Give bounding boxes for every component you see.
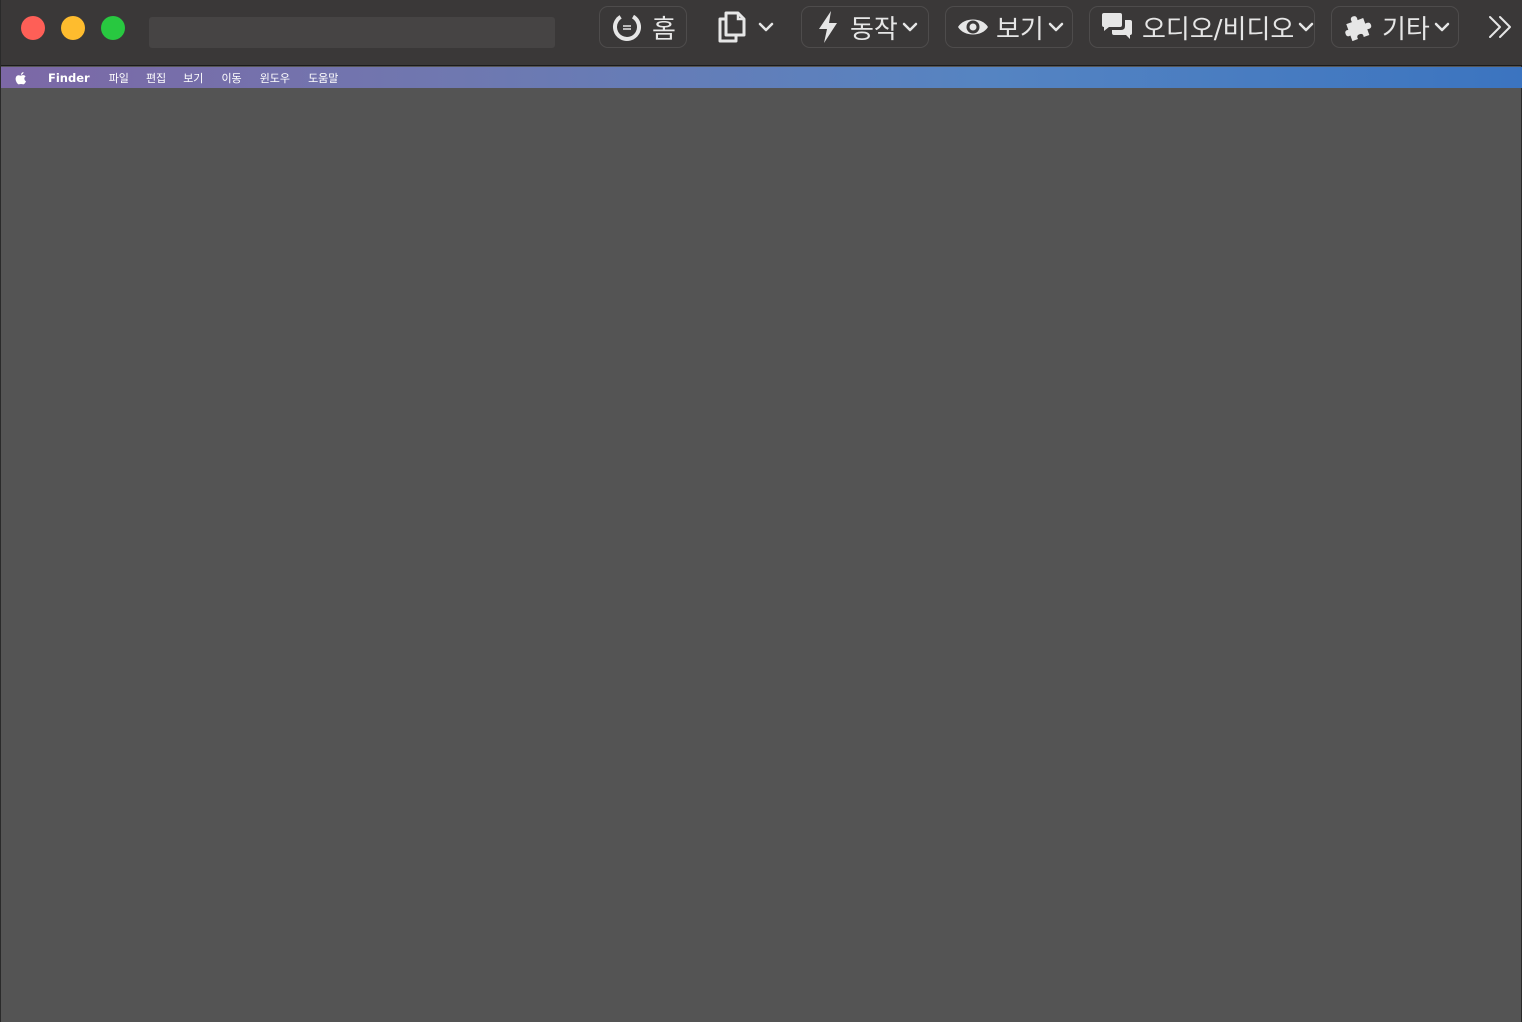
menu-file[interactable]: 파일 — [109, 70, 129, 86]
home-button[interactable]: 홈 — [599, 6, 687, 48]
view-button[interactable]: 보기 — [945, 6, 1073, 48]
audio-video-button-label: 오디오/비디오 — [1142, 14, 1295, 45]
audio-video-button[interactable]: 오디오/비디오 — [1089, 6, 1315, 48]
eye-icon — [956, 15, 990, 39]
menu-help[interactable]: 도움말 — [308, 70, 338, 86]
chevron-down-icon — [1434, 21, 1450, 33]
toolbar: 홈 동작 보기 오디오/비디오 기타 — [1, 0, 1522, 66]
address-bar[interactable] — [149, 17, 555, 48]
menu-finder[interactable]: Finder — [48, 71, 90, 85]
minimize-window-button[interactable] — [61, 16, 85, 40]
menu-window[interactable]: 윈도우 — [260, 70, 290, 86]
copy-button[interactable] — [711, 6, 779, 48]
lightning-icon — [816, 10, 840, 44]
puzzle-icon — [1342, 10, 1376, 44]
maximize-window-button[interactable] — [101, 16, 125, 40]
menu-view[interactable]: 보기 — [183, 70, 203, 86]
chevron-down-icon — [902, 21, 918, 33]
apple-logo-icon[interactable] — [14, 71, 28, 85]
actions-button[interactable]: 동작 — [801, 6, 929, 48]
chat-bubbles-icon — [1100, 11, 1134, 43]
double-chevron-right-icon — [1486, 14, 1514, 40]
close-window-button[interactable] — [21, 16, 45, 40]
home-button-label: 홈 — [652, 14, 676, 45]
menu-bar: Finder 파일 편집 보기 이동 윈도우 도움말 — [1, 67, 1522, 88]
copy-icon — [716, 10, 748, 44]
menu-edit[interactable]: 편집 — [146, 70, 166, 86]
chevron-down-icon — [1298, 21, 1314, 33]
toolbar-overflow-button[interactable] — [1481, 6, 1517, 48]
content-area — [1, 88, 1521, 1022]
chevron-down-icon — [1048, 21, 1064, 33]
menu-go[interactable]: 이동 — [221, 70, 241, 86]
view-button-label: 보기 — [996, 14, 1044, 45]
other-button-label: 기타 — [1382, 14, 1430, 45]
home-circle-icon — [612, 12, 642, 42]
actions-button-label: 동작 — [850, 14, 898, 45]
app-window: 홈 동작 보기 오디오/비디오 기타 Finder 파일 편집 보기 이동 윈도… — [0, 0, 1522, 1022]
chevron-down-icon — [758, 21, 774, 33]
other-button[interactable]: 기타 — [1331, 6, 1459, 48]
